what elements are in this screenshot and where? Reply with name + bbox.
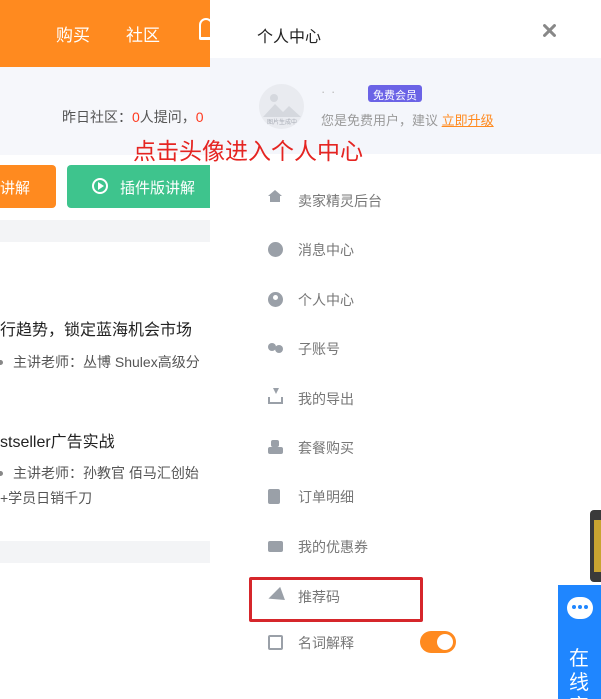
book-icon [268, 635, 283, 650]
membership-badge: 免费会员 [368, 85, 422, 102]
menu-item-my-exports[interactable]: 我的导出 [266, 384, 496, 414]
highlight-box [249, 577, 423, 622]
online-service-label: 在线客 [569, 648, 589, 699]
list-icon [268, 489, 280, 504]
annotation-text: 点击头像进入个人中心 [133, 138, 363, 164]
close-icon[interactable] [540, 21, 560, 41]
avatar[interactable]: 图片生成中 [259, 84, 304, 129]
course-title[interactable]: stseller广告实战 [0, 428, 115, 452]
online-service-widget[interactable]: 在线客 [558, 585, 601, 699]
course-meta: 主讲老师：孙教官 佰马汇创始 [0, 463, 199, 483]
community-stats: 昨日社区：0人提问，0 [62, 109, 204, 125]
nav-buy[interactable]: 购买 [56, 21, 90, 46]
chat-bubble-icon [567, 597, 593, 619]
nav-community[interactable]: 社区 [126, 21, 160, 46]
course-meta: 主讲老师：丛博 Shulex高级分 [0, 352, 200, 372]
membership-hint: 您是免费用户，建议 立即升级 [321, 113, 494, 128]
chat-icon [268, 242, 283, 257]
tutorial-button[interactable]: 讲解 [0, 165, 56, 208]
username: · · [321, 84, 337, 99]
users-icon [268, 341, 283, 356]
menu-item-plan-purchase[interactable]: 套餐购买 [266, 433, 496, 463]
home-icon [268, 190, 282, 202]
menu-item-order-details[interactable]: 订单明细 [266, 482, 496, 512]
course-title[interactable]: 行趋势，锁定蓝海机会市场 [0, 316, 192, 340]
menu-item-glossary[interactable]: 名词解释 [266, 628, 496, 658]
plugin-tutorial-button[interactable]: 插件版讲解 [67, 165, 217, 208]
user-icon [268, 292, 283, 307]
upgrade-link[interactable]: 立即升级 [442, 113, 494, 128]
glossary-toggle[interactable] [420, 631, 456, 653]
download-icon [268, 388, 283, 404]
cubes-icon [268, 440, 283, 455]
course-subtitle: +学员日销千刀 [0, 490, 93, 506]
play-icon [92, 178, 108, 194]
menu-item-messages[interactable]: 消息中心 [266, 235, 496, 265]
menu-item-my-coupons[interactable]: 我的优惠券 [266, 532, 496, 562]
menu-item-sub-accounts[interactable]: 子账号 [266, 334, 496, 364]
menu-item-personal-center[interactable]: 个人中心 [266, 285, 496, 315]
drawer-title: 个人中心 [257, 29, 322, 46]
side-thumbnail[interactable] [590, 510, 601, 582]
ticket-icon [268, 541, 283, 552]
menu-item-seller-backend[interactable]: 卖家精灵后台 [266, 186, 496, 216]
